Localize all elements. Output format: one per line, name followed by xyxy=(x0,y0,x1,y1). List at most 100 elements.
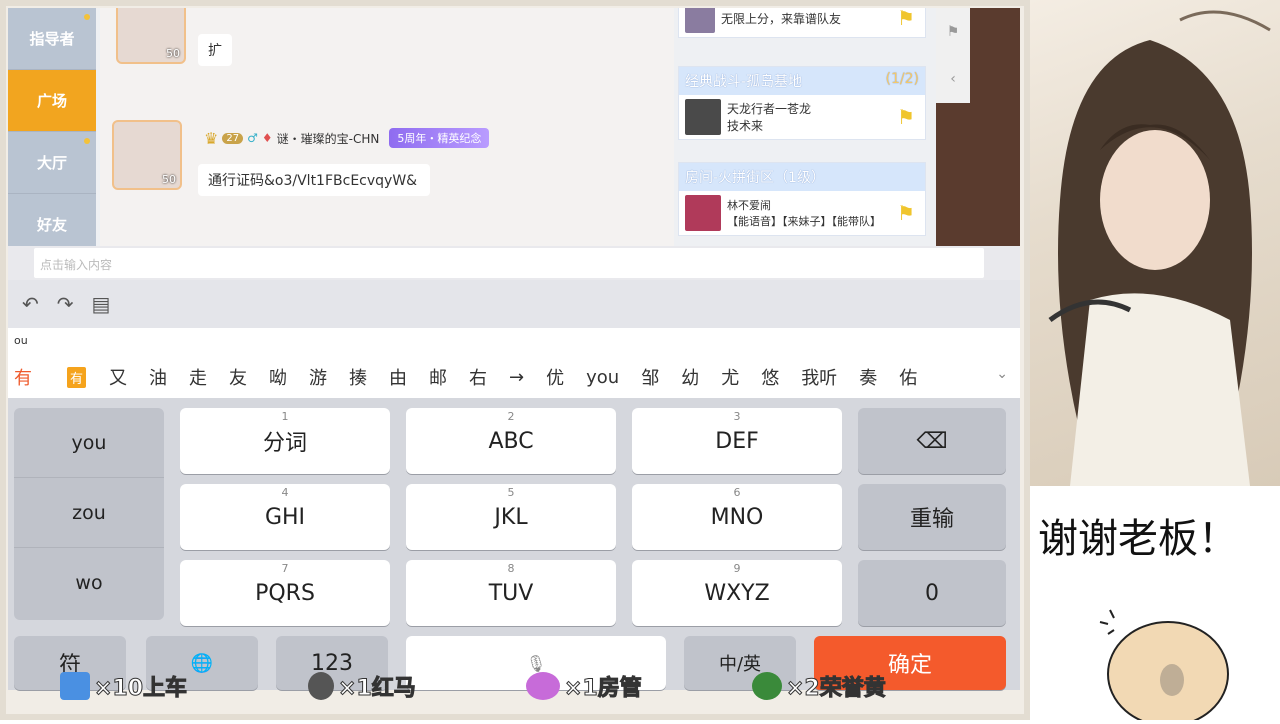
candidate[interactable]: you xyxy=(575,367,630,388)
notification-dot xyxy=(84,14,90,20)
user-level-badge: 27 xyxy=(222,132,244,144)
room-card[interactable]: 无限上分，来靠谱队友 ⚑ xyxy=(678,8,926,38)
key-num: 9 xyxy=(733,562,741,575)
candidate[interactable]: 走 xyxy=(178,364,218,390)
candidate[interactable]: 邹 xyxy=(630,364,670,390)
side-nav: 指导者 广场 大厅 好友 xyxy=(8,8,96,246)
key-num: 8 xyxy=(507,562,515,575)
crown-icon: ♛ xyxy=(204,128,219,148)
candidate[interactable]: 由 xyxy=(378,364,418,390)
key-num: 6 xyxy=(733,486,741,499)
nav-tab-label: 好友 xyxy=(36,216,67,234)
nav-tab-label: 大厅 xyxy=(36,154,67,172)
key-4[interactable]: 4 GHI xyxy=(180,484,390,550)
candidate[interactable]: 我听 xyxy=(790,364,848,390)
room-title: 房间-火拼街区（1级） xyxy=(685,170,825,186)
side-edge: ⚑ ‹ xyxy=(936,8,1020,246)
flag-icon[interactable]: ⚑ xyxy=(897,8,919,29)
room-avatar xyxy=(685,195,721,231)
flag-icon[interactable]: ⚑ xyxy=(897,202,919,224)
key-3[interactable]: 3 DEF xyxy=(632,408,842,474)
candidate[interactable]: 优 xyxy=(535,364,575,390)
character-portrait xyxy=(1030,0,1280,486)
nav-tab-plaza[interactable]: 广场 xyxy=(8,70,96,132)
key-2[interactable]: 2 ABC xyxy=(406,408,616,474)
candidate[interactable]: 友 xyxy=(218,364,258,390)
nav-tab-hall[interactable]: 大厅 xyxy=(8,132,96,194)
candidate[interactable]: 右 xyxy=(458,364,498,390)
room-player: 林不爱闹 xyxy=(727,199,771,212)
backspace-key[interactable]: ⌫ xyxy=(858,408,1006,474)
input-placeholder: 点击输入内容 xyxy=(40,258,113,272)
badge-icon xyxy=(752,672,782,700)
room-card[interactable]: 房间-火拼街区（1级） 林不爱闹【能语音】【来妹子】【能带队】 ⚑ xyxy=(678,162,926,236)
room-title: 经典战斗-孤岛基地 xyxy=(685,74,803,90)
nav-tab-friends[interactable]: 好友 xyxy=(8,194,96,246)
chat-bubble: 通行证码&o3/Vlt1FBcEcvqyW& xyxy=(198,164,430,196)
reenter-key[interactable]: 重输 xyxy=(858,484,1006,550)
undo-icon[interactable]: ↶ xyxy=(22,292,39,316)
user-name[interactable]: 谜・璀璨的宝-CHN xyxy=(277,130,380,147)
key-5[interactable]: 5 JKL xyxy=(406,484,616,550)
candidate[interactable]: 又 xyxy=(98,364,138,390)
candidate[interactable]: 呦 xyxy=(258,364,298,390)
key-8[interactable]: 8 TUV xyxy=(406,560,616,626)
gift-text: ×1红马 xyxy=(338,676,417,702)
clipboard-icon[interactable]: ▤ xyxy=(92,292,111,316)
ticket-icon xyxy=(60,672,90,700)
candidate[interactable]: 奏 xyxy=(848,364,888,390)
flag-icon[interactable]: ⚑ xyxy=(897,106,919,128)
bean-face-icon xyxy=(1099,609,1229,724)
key-num: 4 xyxy=(281,486,289,499)
room-count: (1/2) xyxy=(885,71,919,87)
pinyin-option[interactable]: zou xyxy=(14,478,164,548)
chat-feed: 50 扩 50 ♛ 27 ♂ ♦ 谜・璀璨的宝-CHN 5周年・精英纪念 通行证… xyxy=(100,8,674,246)
portrait-illustration xyxy=(1048,10,1271,486)
flag-icon[interactable]: ⚑ xyxy=(947,24,960,40)
chat-name-line: ♛ 27 ♂ ♦ 谜・璀璨的宝-CHN 5周年・精英纪念 xyxy=(204,128,490,148)
chat-input[interactable]: 点击输入内容 xyxy=(34,248,984,278)
pinyin-list: you zou wo xyxy=(14,408,164,620)
candidate[interactable]: → xyxy=(498,367,535,388)
candidate[interactable]: 尤 xyxy=(710,364,750,390)
avatar[interactable]: 50 xyxy=(116,8,186,64)
candidate[interactable]: 揍 xyxy=(338,364,378,390)
key-6[interactable]: 6 MNO xyxy=(632,484,842,550)
key-num: 5 xyxy=(507,486,515,499)
avatar[interactable]: 50 xyxy=(112,120,182,190)
key-num: 3 xyxy=(733,410,741,423)
room-avatar xyxy=(685,99,721,135)
chevron-down-icon[interactable]: ⌄ xyxy=(996,366,1008,382)
candidate[interactable]: 游 xyxy=(298,364,338,390)
room-card[interactable]: 经典战斗-孤岛基地 (1/2) 天龙行者一苍龙 技术来 ⚑ xyxy=(678,66,926,140)
room-player: 无限上分，来靠谱队友 xyxy=(721,11,842,26)
key-1[interactable]: 1 分词 xyxy=(180,408,390,474)
candidate[interactable]: 悠 xyxy=(750,364,790,390)
key-9[interactable]: 9 WXYZ xyxy=(632,560,842,626)
gift-item: ×1红马 xyxy=(308,670,416,702)
key-label: GHI xyxy=(264,504,306,530)
notification-dot xyxy=(84,138,90,144)
wings-icon xyxy=(526,672,560,700)
chevron-left-icon[interactable]: ‹ xyxy=(950,71,956,87)
room-note: 【能语音】【来妹子】【能带队】 xyxy=(727,215,881,228)
candidate-tag[interactable]: 有 xyxy=(67,366,87,388)
pinyin-option[interactable]: wo xyxy=(14,548,164,618)
candidate[interactable]: 幼 xyxy=(670,364,710,390)
key-num: 1 xyxy=(281,410,289,423)
pinyin-preview: ou xyxy=(14,334,28,347)
input-bar: 点击输入内容 xyxy=(8,246,1020,280)
redo-icon[interactable]: ↷ xyxy=(57,292,74,316)
nav-tab-guide[interactable]: 指导者 xyxy=(8,8,96,70)
candidate-bar: ou 有 有 又 油 走 友 呦 游 揍 由 邮 右 → 优 you 邹 幼 尤… xyxy=(8,328,1020,398)
pinyin-option[interactable]: you xyxy=(14,408,164,478)
candidate[interactable]: 邮 xyxy=(418,364,458,390)
zero-key[interactable]: 0 xyxy=(858,560,1006,626)
avatar-level: 50 xyxy=(166,47,180,60)
key-7[interactable]: 7 PQRS xyxy=(180,560,390,626)
candidate[interactable]: 有 xyxy=(14,364,43,390)
candidate[interactable]: 佑 xyxy=(888,364,928,390)
candidate[interactable]: 油 xyxy=(138,364,178,390)
thanks-text: 谢谢老板！ xyxy=(1038,516,1238,562)
key-label: 分词 xyxy=(262,431,307,456)
